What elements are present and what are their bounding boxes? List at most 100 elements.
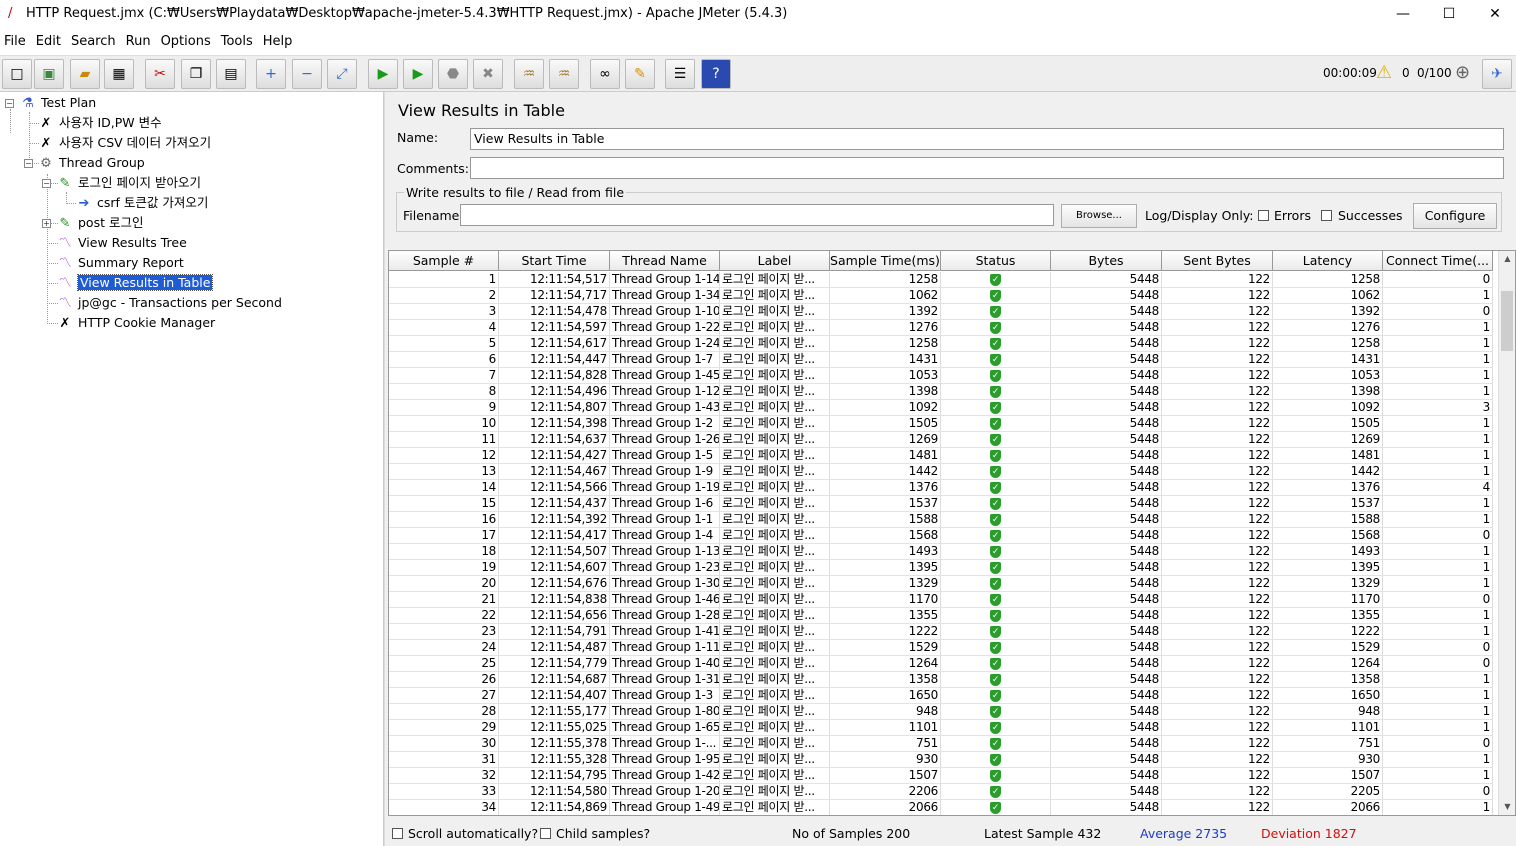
cut-icon[interactable]: ✂ — [145, 59, 175, 89]
table-row[interactable]: 32 12:11:54,795 Thread Group 1-42 로그인 페이지 받… — [389, 768, 1499, 784]
tree-item-thread-group[interactable]: ⚙ Thread Group — [37, 154, 145, 172]
table-row[interactable]: 30 12:11:55,378 Thread Group 1-... 로그인 페이지 … — [389, 736, 1499, 752]
col-status-header[interactable]: Status — [941, 251, 1051, 271]
col-sample-time-header[interactable]: Sample Time(ms) — [830, 251, 941, 271]
table-row[interactable]: 6 12:11:54,447 Thread Group 1-7 로그인 페이지 받..… — [389, 352, 1499, 368]
table-row[interactable]: 28 12:11:55,177 Thread Group 1-80 로그인 페이지 받… — [389, 704, 1499, 720]
table-row[interactable]: 3 12:11:54,478 Thread Group 1-10 로그인 페이지 받.… — [389, 304, 1499, 320]
scroll-auto-checkbox[interactable] — [392, 828, 403, 839]
table-row[interactable]: 21 12:11:54,838 Thread Group 1-46 로그인 페이지 받… — [389, 592, 1499, 608]
menu-file[interactable]: File — [0, 30, 31, 54]
tree-item-view-results-table[interactable]: 〽 View Results in Table — [56, 274, 214, 292]
tree-item-csv-data[interactable]: ✗ 사용자 CSV 데이터 가져오기 — [37, 134, 212, 152]
table-row[interactable]: 22 12:11:54,656 Thread Group 1-28 로그인 페이지 받… — [389, 608, 1499, 624]
open-icon[interactable]: ▰ — [70, 59, 100, 89]
table-row[interactable]: 7 12:11:54,828 Thread Group 1-45 로그인 페이지 받.… — [389, 368, 1499, 384]
table-row[interactable]: 9 12:11:54,807 Thread Group 1-43 로그인 페이지 받.… — [389, 400, 1499, 416]
expand-toggle[interactable]: + — [42, 219, 51, 228]
tree-item-view-results-tree[interactable]: 〽 View Results Tree — [56, 234, 186, 252]
templates-icon[interactable]: ▣ — [34, 59, 64, 89]
tree-item-summary-report[interactable]: 〽 Summary Report — [56, 254, 183, 272]
expand-all-icon[interactable]: + — [256, 59, 286, 89]
col-connect-time-header[interactable]: Connect Time(... — [1383, 251, 1493, 271]
configure-button[interactable]: Configure — [1413, 203, 1497, 229]
table-row[interactable]: 16 12:11:54,392 Thread Group 1-1 로그인 페이지 받.… — [389, 512, 1499, 528]
reset-search-broom-icon[interactable]: ✎ — [625, 59, 655, 89]
toggle-icon[interactable]: ⤢ — [327, 59, 357, 89]
new-icon[interactable]: □ — [2, 59, 32, 89]
menu-run[interactable]: Run — [121, 30, 156, 54]
col-latency-header[interactable]: Latency — [1273, 251, 1383, 271]
table-row[interactable]: 11 12:11:54,637 Thread Group 1-26 로그인 페이지 받… — [389, 432, 1499, 448]
tree-item-test-plan[interactable]: ⚗ Test Plan — [19, 94, 96, 112]
search-binoculars-icon[interactable]: ∞ — [590, 59, 620, 89]
col-sample-num-header[interactable]: Sample # — [389, 251, 499, 271]
tree-item-user-vars[interactable]: ✗ 사용자 ID,PW 변수 — [37, 114, 162, 132]
table-row[interactable]: 20 12:11:54,676 Thread Group 1-30 로그인 페이지 받… — [389, 576, 1499, 592]
tree-item-tps[interactable]: 〽 jp@gc - Transactions per Second — [56, 294, 281, 312]
table-row[interactable]: 12 12:11:54,427 Thread Group 1-5 로그인 페이지 받.… — [389, 448, 1499, 464]
table-row[interactable]: 25 12:11:54,779 Thread Group 1-40 로그인 페이지 받… — [389, 656, 1499, 672]
errors-checkbox[interactable] — [1258, 210, 1269, 221]
comments-field[interactable] — [470, 157, 1504, 179]
col-sent-bytes-header[interactable]: Sent Bytes — [1162, 251, 1273, 271]
tree-item-cookie-manager[interactable]: ✗ HTTP Cookie Manager — [56, 314, 216, 332]
tree-item-csrf-extractor[interactable]: ➔ csrf 토큰값 가져오기 — [75, 194, 209, 212]
warning-icon[interactable]: ⚠ — [1376, 62, 1392, 83]
table-row[interactable]: 24 12:11:54,487 Thread Group 1-11 로그인 페이지 받… — [389, 640, 1499, 656]
name-field[interactable]: View Results in Table — [470, 128, 1504, 150]
menu-edit[interactable]: Edit — [31, 30, 66, 54]
stop-icon[interactable]: ⬣ — [438, 59, 468, 89]
table-row[interactable]: 17 12:11:54,417 Thread Group 1-4 로그인 페이지 받.… — [389, 528, 1499, 544]
col-start-time-header[interactable]: Start Time — [499, 251, 610, 271]
scroll-up-icon[interactable]: ▲ — [1499, 251, 1515, 267]
table-row[interactable]: 31 12:11:55,328 Thread Group 1-95 로그인 페이지 받… — [389, 752, 1499, 768]
table-row[interactable]: 8 12:11:54,496 Thread Group 1-12 로그인 페이지 받.… — [389, 384, 1499, 400]
paste-icon[interactable]: ▤ — [216, 59, 246, 89]
scroll-thumb[interactable] — [1501, 291, 1513, 351]
browse-button[interactable]: Browse... — [1061, 204, 1137, 228]
collapse-all-icon[interactable]: − — [292, 59, 322, 89]
clear-icon[interactable]: ♒ — [514, 59, 544, 89]
menu-search[interactable]: Search — [66, 30, 121, 54]
scroll-down-icon[interactable]: ▼ — [1499, 799, 1515, 815]
table-row[interactable]: 13 12:11:54,467 Thread Group 1-9 로그인 페이지 받.… — [389, 464, 1499, 480]
table-row[interactable]: 15 12:11:54,437 Thread Group 1-6 로그인 페이지 받.… — [389, 496, 1499, 512]
table-row[interactable]: 34 12:11:54,869 Thread Group 1-49 로그인 페이지 받… — [389, 800, 1499, 815]
table-row[interactable]: 19 12:11:54,607 Thread Group 1-23 로그인 페이지 받… — [389, 560, 1499, 576]
col-label-header[interactable]: Label — [720, 251, 830, 271]
col-thread-name-header[interactable]: Thread Name — [610, 251, 720, 271]
table-row[interactable]: 10 12:11:54,398 Thread Group 1-2 로그인 페이지 받.… — [389, 416, 1499, 432]
maximize-button[interactable]: ☐ — [1426, 2, 1472, 28]
table-row[interactable]: 5 12:11:54,617 Thread Group 1-24 로그인 페이지 받.… — [389, 336, 1499, 352]
start-icon[interactable]: ▶ — [368, 59, 398, 89]
table-row[interactable]: 18 12:11:54,507 Thread Group 1-13 로그인 페이지 받… — [389, 544, 1499, 560]
shutdown-icon[interactable]: ✖ — [473, 59, 503, 89]
collapse-toggle[interactable]: − — [5, 99, 14, 108]
successes-checkbox[interactable] — [1321, 210, 1332, 221]
help-icon[interactable]: ? — [701, 59, 731, 89]
vertical-scrollbar[interactable]: ▲ ▼ — [1498, 251, 1515, 815]
col-bytes-header[interactable]: Bytes — [1051, 251, 1162, 271]
table-row[interactable]: 23 12:11:54,791 Thread Group 1-41 로그인 페이지 받… — [389, 624, 1499, 640]
collapse-toggle[interactable]: − — [42, 179, 51, 188]
table-row[interactable]: 2 12:11:54,717 Thread Group 1-34 로그인 페이지 받.… — [389, 288, 1499, 304]
clear-all-icon[interactable]: ♒ — [549, 59, 579, 89]
menu-help[interactable]: Help — [258, 30, 298, 54]
start-no-pauses-icon[interactable]: ▶ — [403, 59, 433, 89]
menu-tools[interactable]: Tools — [216, 30, 258, 54]
copy-icon[interactable]: ❐ — [181, 59, 211, 89]
tree-item-login-page[interactable]: ✎ 로그인 페이지 받아오기 — [56, 174, 201, 192]
table-row[interactable]: 1 12:11:54,517 Thread Group 1-14 로그인 페이지 받.… — [389, 272, 1499, 288]
function-helper-icon[interactable]: ☰ — [665, 59, 695, 89]
collapse-toggle[interactable]: − — [24, 159, 33, 168]
table-row[interactable]: 4 12:11:54,597 Thread Group 1-22 로그인 페이지 받.… — [389, 320, 1499, 336]
filename-field[interactable] — [460, 204, 1054, 226]
remote-icon[interactable]: ✈ — [1482, 59, 1512, 89]
close-button[interactable]: ✕ — [1472, 2, 1516, 28]
menu-options[interactable]: Options — [156, 30, 216, 54]
minimize-button[interactable]: — — [1380, 2, 1426, 28]
tree-item-post-login[interactable]: ✎ post 로그인 — [56, 214, 144, 232]
table-row[interactable]: 26 12:11:54,687 Thread Group 1-31 로그인 페이지 받… — [389, 672, 1499, 688]
save-icon[interactable]: ▦ — [104, 59, 134, 89]
